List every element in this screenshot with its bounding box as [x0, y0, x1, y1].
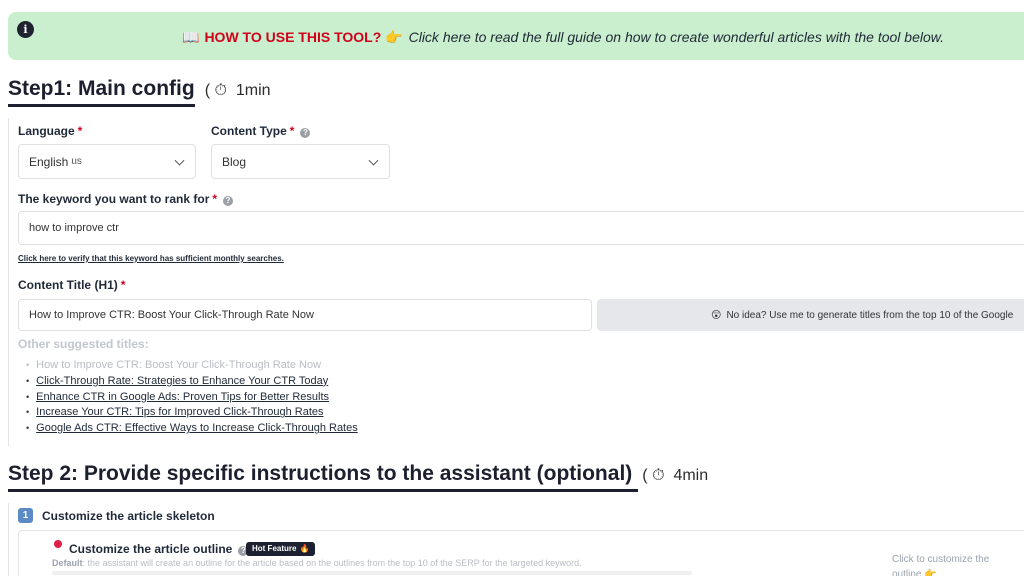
keyword-input[interactable]: how to improve ctr: [18, 211, 1024, 245]
step1-section-rule: [8, 118, 9, 446]
step1-underline: [8, 104, 195, 107]
chevron-down-icon: [174, 155, 185, 166]
stopwatch-icon: ⏱: [214, 82, 227, 99]
guide-banner-heading: HOW TO USE THIS TOOL?: [204, 29, 382, 45]
outline-card-description-cutoff: [52, 571, 692, 575]
book-icon: 📖: [182, 29, 200, 45]
generate-titles-label: No idea? Use me to generate titles from …: [726, 309, 1014, 321]
content-title-label: Content Title (H1) *: [18, 278, 126, 292]
customize-outline-button[interactable]: Click to customize the outline 👉: [892, 552, 1012, 576]
step2-underline: [8, 489, 638, 492]
suggested-titles-list: How to Improve CTR: Boost Your Click-Thr…: [26, 358, 358, 437]
outline-card-description: Default: the assistant will create an ou…: [52, 558, 582, 568]
suggested-title-item[interactable]: Enhance CTR in Google Ads: Proven Tips f…: [26, 390, 358, 406]
generate-titles-button[interactable]: 😲 No idea? Use me to generate titles from…: [597, 299, 1024, 331]
content-type-label: Content Type *?: [211, 124, 311, 138]
chevron-down-icon: [368, 155, 379, 166]
step2-heading: Step 2: Provide specific instructions to…: [8, 462, 708, 486]
outline-card-title: Customize the article outline?: [69, 542, 249, 556]
suggested-title-current: How to Improve CTR: Boost Your Click-Thr…: [26, 358, 358, 374]
content-type-select[interactable]: Blog: [211, 144, 390, 179]
keyword-label: The keyword you want to rank for *?: [18, 192, 234, 206]
content-title-value: How to Improve CTR: Boost Your Click-Thr…: [29, 309, 314, 321]
fire-icon: 🔥: [299, 544, 310, 553]
stopwatch-icon: ⏱: [652, 467, 665, 484]
help-icon[interactable]: ?: [223, 196, 234, 206]
guide-banner-text[interactable]: 📖 HOW TO USE THIS TOOL? 👉 Click here to re…: [182, 29, 944, 46]
help-icon[interactable]: ?: [300, 128, 311, 138]
info-icon: i: [17, 21, 34, 38]
astonished-face-icon: 😲: [711, 309, 722, 321]
suggested-title-item[interactable]: Click-Through Rate: Strategies to Enhanc…: [26, 374, 358, 390]
step1-heading: Step1: Main config ( ⏱ 1min: [8, 77, 271, 101]
pointing-hand-icon: 👉: [385, 29, 403, 45]
suggested-title-item[interactable]: Increase Your CTR: Tips for Improved Cli…: [26, 405, 358, 421]
step2-time: 4min: [673, 467, 709, 484]
guide-banner-link[interactable]: Click here to read the full guide on how…: [409, 29, 944, 45]
language-select[interactable]: English us: [18, 144, 196, 179]
content-title-input[interactable]: How to Improve CTR: Boost Your Click-Thr…: [18, 299, 592, 331]
step1-title: Step1: Main config: [8, 77, 195, 100]
skeleton-section-label: Customize the article skeleton: [42, 509, 215, 523]
verify-keyword-link[interactable]: Click here to verify that this keyword h…: [18, 254, 284, 263]
language-label: Language *: [18, 124, 83, 138]
step2-title: Step 2: Provide specific instructions to…: [8, 462, 633, 485]
language-flag: us: [71, 156, 82, 167]
pushpin-icon: [54, 540, 62, 548]
step1-time-paren: (: [204, 82, 211, 99]
content-type-value: Blog: [222, 154, 247, 169]
language-value: English: [29, 154, 69, 169]
hot-feature-badge: Hot Feature 🔥: [246, 542, 316, 556]
step2-time-paren: (: [642, 467, 648, 484]
step1-time: 1min: [235, 82, 271, 99]
keyword-value: how to improve ctr: [29, 222, 119, 234]
suggested-title-item[interactable]: Google Ads CTR: Effective Ways to Increa…: [26, 421, 358, 437]
step2-section-rule: [8, 503, 9, 576]
number-one-icon: 1: [18, 508, 33, 523]
suggested-titles-label: Other suggested titles:: [18, 337, 149, 351]
